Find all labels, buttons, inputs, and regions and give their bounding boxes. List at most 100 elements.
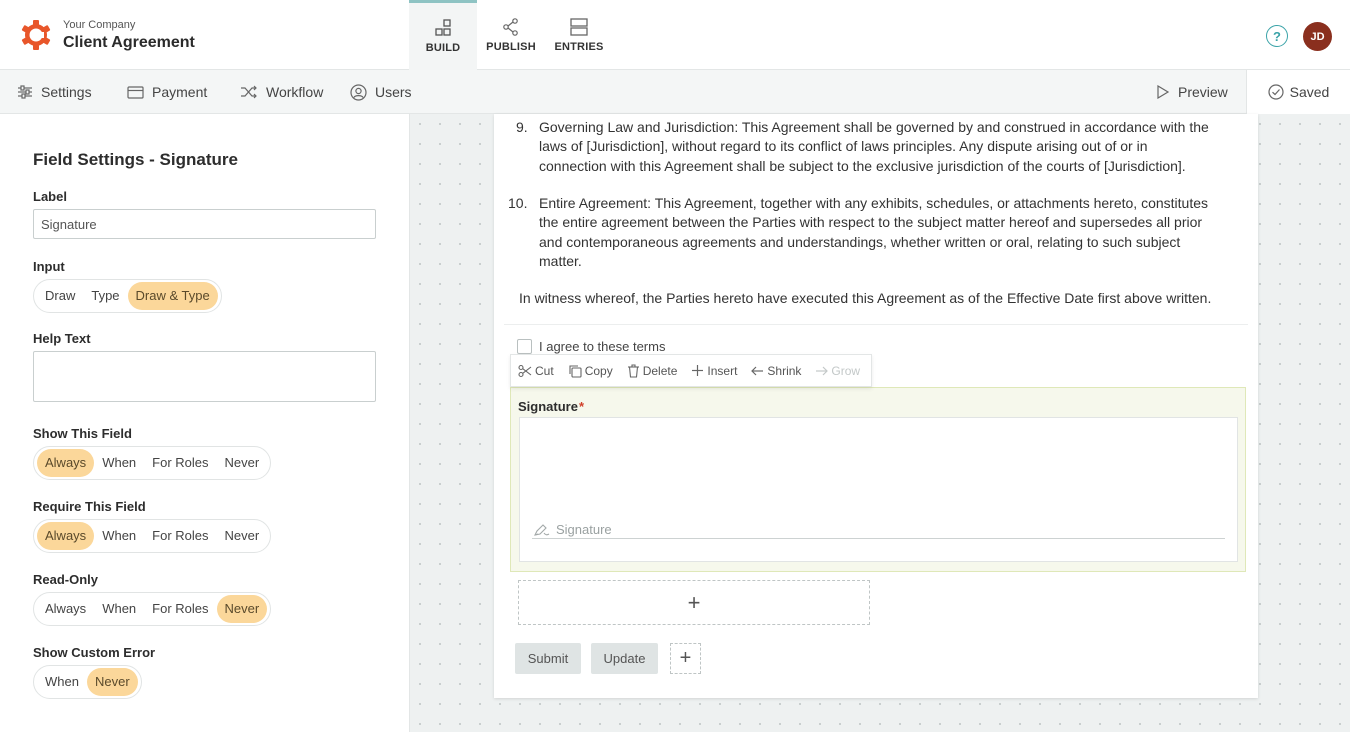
play-icon <box>1157 85 1170 99</box>
agree-terms-row[interactable]: I agree to these terms <box>517 339 665 354</box>
copy-icon <box>569 364 582 378</box>
clause-9-line: Governing Law and Jurisdiction: This Agr… <box>539 119 1209 135</box>
show-field-selector: Always When For Roles Never <box>33 446 272 480</box>
scissors-icon <box>518 364 532 377</box>
company-logo-icon[interactable] <box>20 19 52 51</box>
input-heading: Input <box>33 259 65 274</box>
arrow-left-icon <box>751 366 764 375</box>
company-name: Your Company <box>63 19 136 31</box>
shrink-button[interactable]: Shrink <box>751 364 801 378</box>
pen-icon <box>534 523 550 536</box>
avatar[interactable]: JD <box>1303 22 1332 51</box>
read-only-heading: Read-Only <box>33 572 99 587</box>
delete-label: Delete <box>642 363 678 378</box>
tab-publish[interactable]: PUBLISH <box>477 0 545 70</box>
clause-9-number: 9. <box>516 119 528 135</box>
payment-button[interactable]: Payment <box>127 70 207 114</box>
help-icon[interactable]: ? <box>1266 25 1288 47</box>
require-option-when[interactable]: When <box>94 522 144 550</box>
sub-toolbar: Settings Payment Workflow Users Preview … <box>0 70 1350 114</box>
top-bar: Your Company Client Agreement BUILD PUBL… <box>0 0 1350 70</box>
clause-10-line: and contemporaneous agreements and under… <box>539 233 1181 250</box>
signature-pad[interactable]: Signature <box>519 417 1238 562</box>
signature-field-block[interactable]: Signature* Signature <box>510 387 1246 572</box>
tab-publish-label: PUBLISH <box>486 40 536 53</box>
shuffle-icon <box>241 85 257 99</box>
settings-label: Settings <box>41 84 92 100</box>
clause-10-text: Entire Agreement: This Agreement, togeth… <box>539 194 1208 271</box>
tab-entries-label: ENTRIES <box>554 40 604 53</box>
preview-button[interactable]: Preview <box>1156 70 1228 114</box>
agree-label: I agree to these terms <box>539 339 666 354</box>
settings-button[interactable]: Settings <box>17 70 92 114</box>
read-only-selector: Always When For Roles Never <box>33 592 272 626</box>
check-circle-icon <box>1268 84 1284 100</box>
help-text-input[interactable] <box>33 351 376 402</box>
sliders-icon <box>18 85 32 99</box>
error-option-when[interactable]: When <box>37 668 87 696</box>
cut-button[interactable]: Cut <box>518 364 554 378</box>
input-mode-selector: Draw Type Draw & Type <box>33 279 222 313</box>
saved-label: Saved <box>1289 84 1330 100</box>
label-heading: Label <box>33 189 67 204</box>
users-label: Users <box>375 84 412 100</box>
input-option-type[interactable]: Type <box>83 282 127 310</box>
entries-icon <box>570 17 588 36</box>
require-option-for-roles[interactable]: For Roles <box>144 522 216 550</box>
required-asterisk: * <box>578 399 585 414</box>
signature-placeholder: Signature <box>533 522 612 537</box>
show-option-never[interactable]: Never <box>217 449 268 477</box>
user-icon <box>350 83 367 101</box>
require-option-always[interactable]: Always <box>37 522 95 550</box>
workflow-button[interactable]: Workflow <box>240 70 323 114</box>
agree-checkbox[interactable] <box>517 339 532 354</box>
users-button[interactable]: Users <box>350 70 412 114</box>
trash-icon <box>627 363 639 378</box>
cut-label: Cut <box>535 363 554 378</box>
plus-icon <box>692 365 704 376</box>
input-option-draw-type[interactable]: Draw & Type <box>127 282 218 310</box>
field-context-toolbar: Cut Copy Delete Insert Shrink Grow <box>510 354 872 387</box>
insert-label: Insert <box>707 363 738 378</box>
readonly-option-always[interactable]: Always <box>37 595 94 623</box>
show-field-heading: Show This Field <box>33 426 132 441</box>
input-option-draw[interactable]: Draw <box>37 282 83 310</box>
form-canvas: 9. Governing Law and Jurisdiction: This … <box>410 114 1350 732</box>
grow-label: Grow <box>831 363 861 378</box>
show-option-for-roles[interactable]: For Roles <box>144 449 216 477</box>
error-option-never[interactable]: Never <box>86 668 138 696</box>
show-option-always[interactable]: Always <box>37 449 95 477</box>
require-field-selector: Always When For Roles Never <box>33 519 272 553</box>
witness-statement: In witness whereof, the Parties hereto h… <box>519 290 1212 306</box>
signature-label-text: Signature <box>518 399 578 414</box>
custom-error-selector: When Never <box>33 665 142 699</box>
tab-entries[interactable]: ENTRIES <box>545 0 613 70</box>
label-input[interactable] <box>33 209 376 239</box>
readonly-option-for-roles[interactable]: For Roles <box>144 595 216 623</box>
copy-button[interactable]: Copy <box>568 364 613 378</box>
mode-tabs: BUILD PUBLISH ENTRIES <box>409 0 613 70</box>
submit-button[interactable]: Submit <box>515 643 581 674</box>
payment-label: Payment <box>152 84 208 100</box>
clause-10-number: 10. <box>508 195 528 211</box>
grow-button[interactable]: Grow <box>815 364 860 378</box>
panel-title: Field Settings - Signature <box>33 150 238 169</box>
preview-label: Preview <box>1178 84 1228 100</box>
add-button[interactable]: + <box>670 643 701 674</box>
insert-button[interactable]: Insert <box>691 364 737 378</box>
delete-button[interactable]: Delete <box>627 363 678 378</box>
require-option-never[interactable]: Never <box>217 522 268 550</box>
custom-error-heading: Show Custom Error <box>33 645 156 660</box>
clause-9-text: Governing Law and Jurisdiction: This Agr… <box>539 118 1209 176</box>
shrink-label: Shrink <box>767 363 802 378</box>
signature-field-label: Signature* <box>518 399 584 414</box>
update-button[interactable]: Update <box>591 643 658 674</box>
readonly-option-when[interactable]: When <box>94 595 144 623</box>
clause-10-line: Entire Agreement: This Agreement, togeth… <box>539 195 1208 211</box>
arrow-right-icon <box>816 366 829 375</box>
tab-build[interactable]: BUILD <box>409 0 477 70</box>
show-option-when[interactable]: When <box>94 449 144 477</box>
credit-card-icon <box>127 85 144 99</box>
readonly-option-never[interactable]: Never <box>216 595 268 623</box>
add-field-area[interactable]: + <box>518 580 870 625</box>
